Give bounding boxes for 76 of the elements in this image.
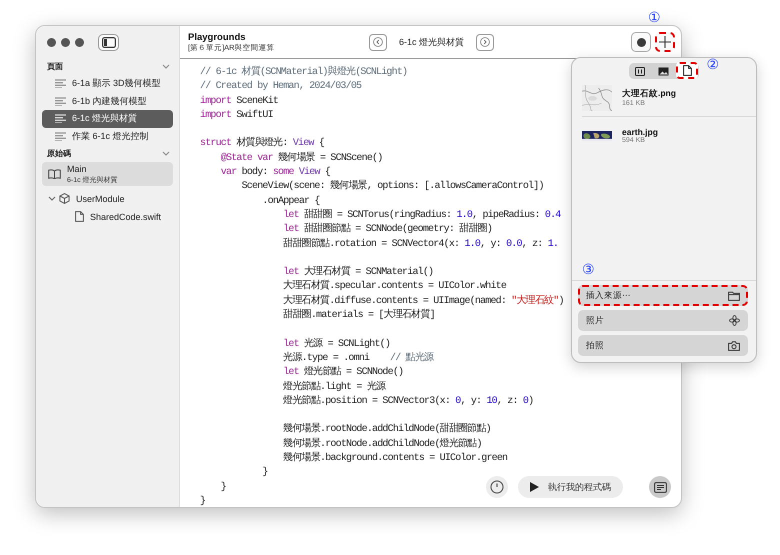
code-line: 燈光節點.position = SCNVector3(x: 0, y: 10, z: 0) [282,394,534,409]
page-title: 6-1c 燈光與材質 [398,36,465,48]
code-line: let 燈光節點 = SCNNode() [282,366,404,380]
code-line: 幾何場景.rootNode.addChildNode(燈光節點) [282,438,482,452]
page-icon [55,96,66,106]
sidebar-item[interactable]: 6-1c 燈光與材質 [42,110,173,128]
code-line: 燈光節點.light = 光源 [282,380,386,394]
code-line: } [200,494,206,507]
page-icon [55,114,66,124]
brackets-icon [635,66,645,76]
timer-button[interactable] [486,476,508,498]
forward-button[interactable] [476,34,494,50]
plus-icon [659,36,671,48]
camera-icon [728,340,740,350]
page-icon [55,132,66,141]
code-line: SceneView(scene: 幾何場景, options: [.allowsCameraControl]) [240,180,544,194]
document-button[interactable] [649,476,671,498]
sidebar-item[interactable]: SharedCode.swift [42,208,173,226]
code-line: 光源.type = .omni // 點光源 [282,352,434,366]
document-icon [654,482,666,492]
menu-item[interactable]: 插入來源⋯ [578,285,748,306]
file-name: 大理石紋.png [622,88,676,100]
sidebar-item[interactable]: 6-1b 內建幾何模型 [42,92,173,110]
code-line: var body: some View { [220,166,330,180]
section-title: 原始碼 [47,148,71,159]
sidebar-icon [102,36,116,48]
cube-icon [59,193,70,204]
sidebar-item[interactable]: 6-1a 顯示 3D幾何模型 [42,75,173,92]
section-title: 頁面 [47,61,63,72]
code-line: .onAppear { [261,194,320,208]
code-line: 甜甜圈節點.rotation = SCNVector4(x: 1.0, y: 0.0, z: 1. [282,238,558,252]
code-line: // 6-1c 材質(SCNMaterial)與燈光(SCNLight) [200,66,408,80]
code-line: } [261,466,268,480]
app-title: Playgrounds [188,32,247,42]
sidebar-item[interactable]: 作業 6-1c 燈光控制 [42,128,173,145]
play-icon [530,482,539,492]
code-line: import SwiftUI [200,108,273,123]
code-line: 大理石材質.diffuse.contents = UIImage(named: "大理石紋") [282,294,564,308]
book-icon [48,169,61,179]
folder-icon [728,290,740,300]
page-icon [55,79,66,88]
chevron-icon[interactable] [48,196,56,202]
file-icon [75,211,84,222]
code-line: import SceneKit [200,94,278,109]
callout-number: ① [648,11,661,25]
image-icon [658,66,668,76]
callout-number: ③ [582,263,596,277]
code-line: 幾何場景.background.contents = UIColor.green [282,452,508,466]
code-line: let 甜甜圈 = SCNTorus(ringRadius: 1.0, pipeRadius: 0.4 [282,208,560,222]
file-icon [682,65,692,76]
chevron-right-icon [480,37,490,47]
chevron-left-icon [372,37,383,47]
stopwatch-icon [490,480,504,494]
back-button[interactable] [368,34,387,50]
code-line: let 光源 = SCNLight() [282,338,390,352]
menu-item[interactable]: 照片 [578,310,748,331]
sidebar-item[interactable]: UserModule [42,190,173,208]
code-line: let 大理石材質 = SCNMaterial() [282,266,434,280]
record-dot-icon [636,38,646,46]
menu-item[interactable]: 拍照 [578,335,748,356]
callout-number: ② [706,58,719,72]
code-line: @State var 幾何場景 = SCNScene() [220,152,382,166]
chevron-icon[interactable] [162,64,170,69]
record-button[interactable] [631,32,651,52]
run-button[interactable]: 執行我的程式碼 [518,476,623,498]
sidebar-toggle-button[interactable] [98,34,119,50]
code-line: struct 材質與燈光: View { [200,137,324,152]
code-line: // Created by Heman, 2024/03/05 [200,80,362,94]
code-line: let 甜甜圈節點 = SCNNode(geometry: 甜甜圈) [282,223,492,238]
code-line: 甜甜圈.materials = [大理石材質] [282,309,435,324]
code-line: 大理石材質.specular.contents = UIColor.white [282,280,506,294]
chevron-icon[interactable] [162,151,170,156]
code-line: 幾何場景.rootNode.addChildNode(甜甜圈節點) [282,423,491,438]
code-line: } [220,480,226,495]
file-name: earth.jpg [622,127,658,137]
flower-icon [729,315,740,326]
